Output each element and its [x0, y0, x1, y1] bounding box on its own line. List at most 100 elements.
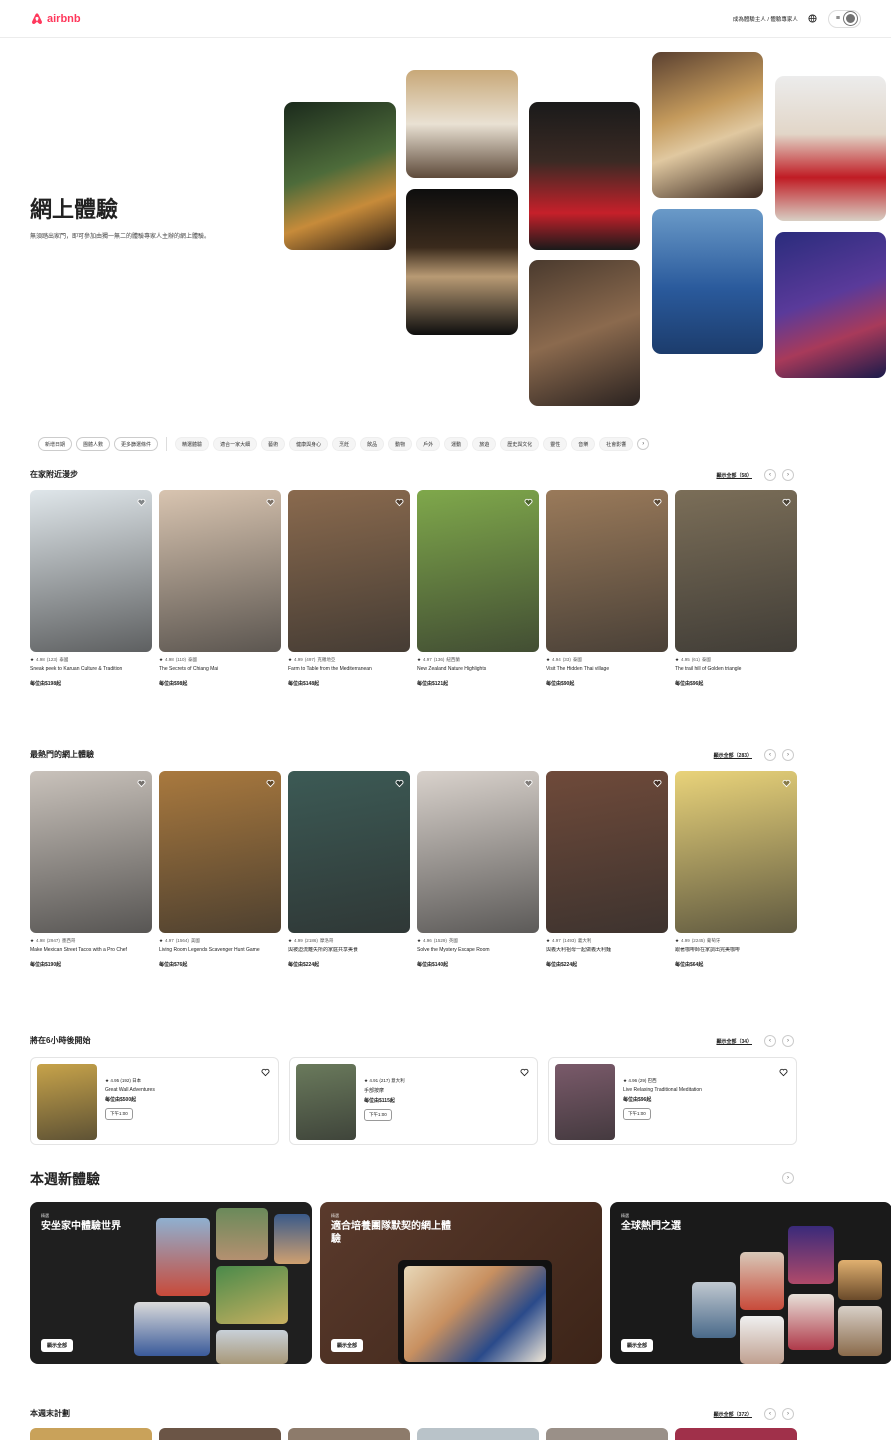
rating-value: 4.97: [423, 657, 432, 662]
experience-card[interactable]: [417, 1428, 539, 1440]
star-icon: ★: [417, 657, 422, 662]
chevron-right-icon[interactable]: ›: [782, 1035, 794, 1047]
banner-card[interactable]: 精選 適合培養團隊默契的網上體驗 顯示全部: [320, 1202, 602, 1364]
category-chip[interactable]: 音樂: [571, 437, 596, 451]
banner-show-all-button[interactable]: 顯示全部: [331, 1339, 364, 1352]
experience-price: 每位由$198起: [30, 681, 62, 687]
heart-icon[interactable]: [524, 775, 533, 788]
category-chip[interactable]: 靈性: [543, 437, 568, 451]
category-chip[interactable]: 精選體驗: [175, 437, 210, 451]
chevron-right-icon[interactable]: ›: [637, 438, 650, 450]
heart-icon[interactable]: [137, 494, 146, 507]
banner-card[interactable]: 精選 全球熱門之選 顯示全部: [610, 1202, 891, 1364]
experience-card[interactable]: ★ 4.98 (123) 泰國 Sneak peek to Karuan Cul…: [30, 490, 152, 687]
category-chip[interactable]: 健康與身心: [289, 437, 329, 451]
show-all-popular-link[interactable]: 顯示全部（283）: [714, 752, 752, 759]
hero-photo: [775, 232, 886, 378]
category-chip[interactable]: 社會影響: [599, 437, 634, 451]
heart-icon[interactable]: [395, 775, 404, 788]
globe-icon[interactable]: [808, 14, 818, 24]
experience-card[interactable]: ★ 4.97 (1564) 美國 Living Room Legends Sca…: [159, 771, 281, 968]
heart-icon[interactable]: [779, 1064, 788, 1077]
banner-show-all-button[interactable]: 顯示全部: [621, 1339, 654, 1352]
heart-icon[interactable]: [261, 1064, 270, 1077]
show-all-soon-link[interactable]: 顯示全部（34）: [716, 1038, 752, 1045]
review-count: (497): [304, 657, 316, 662]
airbnb-logo[interactable]: airbnb: [30, 12, 81, 26]
rating-row: ★ 4.97 (136) 紐西蘭: [417, 657, 539, 663]
category-chip[interactable]: 戶外: [416, 437, 441, 451]
banner-photo: [274, 1214, 310, 1264]
location-text: 摩洛哥: [319, 938, 334, 943]
upcoming-title: 手部按摩: [364, 1088, 385, 1094]
experience-price: 每位由$90起: [546, 681, 575, 687]
star-icon: ★: [364, 1078, 369, 1083]
experience-card[interactable]: ★ 4.98 (110) 泰國 The Secrets of Chiang Ma…: [159, 490, 281, 687]
experience-card[interactable]: ★ 4.99 (2245) 葡萄牙 跟著咖啡師在家調出完美咖啡 每位由$64起: [675, 771, 797, 968]
experience-card[interactable]: ★ 4.95 (61) 泰國 The trail hill of Golden …: [675, 490, 797, 687]
experience-card[interactable]: [675, 1428, 797, 1440]
filter-chip-dates[interactable]: 新增日期: [38, 437, 73, 451]
chevron-left-icon[interactable]: ‹: [764, 1408, 776, 1420]
category-chip[interactable]: 動物: [388, 437, 413, 451]
show-all-weekend-link[interactable]: 顯示全部（372）: [714, 1411, 752, 1418]
star-icon: ★: [105, 1078, 110, 1083]
category-chip[interactable]: 歷史與文化: [500, 437, 540, 451]
experience-card[interactable]: ★ 4.96 (1529) 英國 Solve the Mystery Escap…: [417, 771, 539, 968]
experience-card[interactable]: [30, 1428, 152, 1440]
filter-chip-more[interactable]: 更多篩選條件: [114, 437, 159, 451]
experience-card[interactable]: ★ 4.97 (1493) 義大利 與義大利祖母一起做義大利麵 每位由$224起: [546, 771, 668, 968]
experience-card[interactable]: [546, 1428, 668, 1440]
chevron-left-icon[interactable]: ‹: [764, 1035, 776, 1047]
category-chip[interactable]: 適合一家大細: [213, 437, 258, 451]
review-count: (1529): [433, 938, 447, 943]
time-slot-button[interactable]: 下午1:00: [105, 1108, 133, 1120]
chevron-right-icon[interactable]: ›: [782, 749, 794, 761]
filter-chip-guests[interactable]: 團體人數: [76, 437, 111, 451]
chevron-left-icon[interactable]: ‹: [764, 469, 776, 481]
experience-title: Sneak peek to Karuan Culture & Tradition: [30, 666, 123, 672]
experience-card[interactable]: ★ 4.99 (2186) 摩洛哥 與被迫流離失所的家庭共享美食 每位由$224…: [288, 771, 410, 968]
rating-value: 4.99: [294, 938, 303, 943]
heart-icon[interactable]: [653, 775, 662, 788]
time-slot-button[interactable]: 下午1:00: [623, 1108, 651, 1120]
heart-icon[interactable]: [782, 494, 791, 507]
heart-icon[interactable]: [137, 775, 146, 788]
heart-icon[interactable]: [782, 775, 791, 788]
chevron-left-icon[interactable]: ‹: [764, 749, 776, 761]
heart-icon[interactable]: [653, 494, 662, 507]
heart-icon[interactable]: [266, 494, 275, 507]
location-text: 墨西哥: [61, 938, 76, 943]
show-all-near-link[interactable]: 顯示全部（58）: [716, 472, 752, 479]
experience-title: Living Room Legends Scavenger Hunt Game: [159, 947, 260, 953]
category-chip[interactable]: 旅遊: [472, 437, 497, 451]
rating-row: ★ 4.97 (1493) 義大利: [546, 938, 668, 944]
heart-icon[interactable]: [520, 1064, 529, 1077]
time-slot-button[interactable]: 下午1:00: [364, 1109, 392, 1121]
chevron-right-icon[interactable]: ›: [782, 1172, 794, 1184]
banner-show-all-button[interactable]: 顯示全部: [41, 1339, 74, 1352]
experience-card[interactable]: ★ 4.98 (2947) 墨西哥 Make Mexican Street Ta…: [30, 771, 152, 968]
heart-icon[interactable]: [524, 494, 533, 507]
experience-card[interactable]: [159, 1428, 281, 1440]
category-chip[interactable]: 烹飪: [332, 437, 357, 451]
become-host-link[interactable]: 成為體驗主人 / 體驗專家人: [733, 15, 798, 23]
heart-icon[interactable]: [395, 494, 404, 507]
experience-card[interactable]: [288, 1428, 410, 1440]
upcoming-card[interactable]: ★ 4.91 (217) 意大利 手部按摩 每位由$115起 下午1:00: [289, 1057, 538, 1145]
banner-row: 精選 安坐家中體驗世界 顯示全部 精選 適合培養團隊默契的網上體驗 顯示全部 精…: [30, 1202, 891, 1364]
user-menu-button[interactable]: ≡: [827, 9, 861, 28]
heart-icon[interactable]: [266, 775, 275, 788]
category-chip[interactable]: 藝術: [261, 437, 286, 451]
rating-row: ★ 4.96 (1529) 英國: [417, 938, 539, 944]
experience-card[interactable]: ★ 4.99 (497) 克羅地亞 Farm to Table from the…: [288, 490, 410, 687]
upcoming-card[interactable]: ★ 4.95 (192) 日本 Great Wall Adventures 每位…: [30, 1057, 279, 1145]
chevron-right-icon[interactable]: ›: [782, 469, 794, 481]
upcoming-card[interactable]: ★ 4.96 (29) 巴西 Live Relaxing Traditional…: [548, 1057, 797, 1145]
banner-card[interactable]: 精選 安坐家中體驗世界 顯示全部: [30, 1202, 312, 1364]
experience-card[interactable]: ★ 4.94 (33) 泰國 Visit The Hidden Thai vil…: [546, 490, 668, 687]
category-chip[interactable]: 運動: [444, 437, 469, 451]
chevron-right-icon[interactable]: ›: [782, 1408, 794, 1420]
category-chip[interactable]: 飲品: [360, 437, 385, 451]
experience-card[interactable]: ★ 4.97 (136) 紐西蘭 New Zealand Nature High…: [417, 490, 539, 687]
